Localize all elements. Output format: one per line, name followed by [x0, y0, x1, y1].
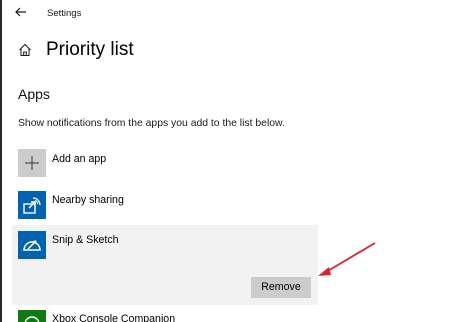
app-item-label: Xbox Console Companion: [52, 313, 176, 322]
title-bar: Settings: [2, 0, 474, 30]
back-arrow-icon: [15, 7, 26, 17]
window-title: Settings: [47, 8, 82, 19]
add-app-label: Add an app: [52, 153, 107, 165]
xbox-icon: [18, 310, 46, 322]
page-title: Priority list: [46, 39, 134, 60]
nearby-sharing-icon: [18, 191, 46, 219]
apps-section-description: Show notifications from the apps you add…: [18, 118, 285, 129]
annotation-arrow-icon: [318, 242, 376, 276]
apps-section-heading: Apps: [18, 86, 50, 102]
app-item-snip-sketch[interactable]: Snip & Sketch Remove: [12, 225, 318, 305]
app-item-nearby-sharing[interactable]: Nearby sharing: [18, 191, 318, 219]
back-button[interactable]: [10, 4, 32, 24]
home-icon[interactable]: [18, 43, 32, 57]
add-app-button[interactable]: Add an app: [18, 149, 318, 177]
remove-button[interactable]: Remove: [251, 277, 311, 298]
snip-sketch-icon: [18, 231, 46, 259]
settings-window: Settings Priority list Apps Show notific…: [0, 0, 474, 322]
add-app-tile: [18, 149, 46, 177]
app-item-label: Nearby sharing: [52, 194, 124, 206]
app-item-label: Snip & Sketch: [52, 234, 119, 246]
plus-icon: [25, 156, 39, 170]
window-edge: [0, 0, 2, 322]
app-item-xbox-console-companion[interactable]: Xbox Console Companion: [18, 310, 318, 322]
